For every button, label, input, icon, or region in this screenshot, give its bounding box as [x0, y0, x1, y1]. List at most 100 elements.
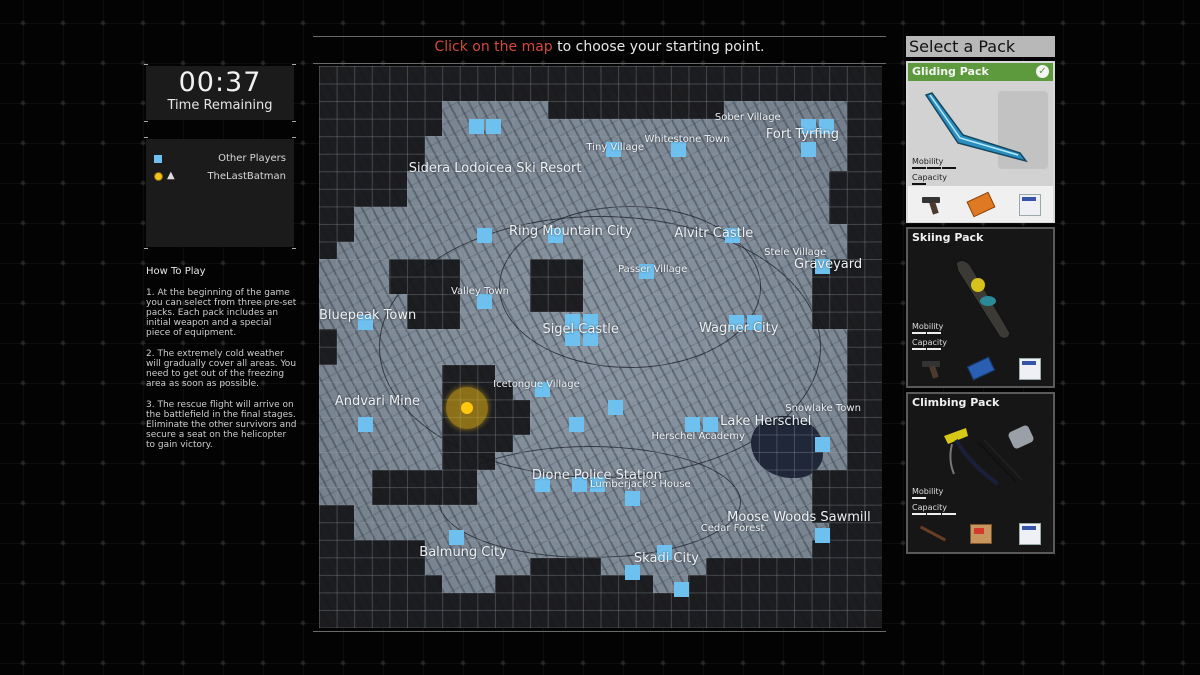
instruction-highlight: Click on the map — [434, 39, 553, 55]
other-player-marker — [815, 436, 831, 452]
place-label: Lumberjack's House — [589, 478, 691, 490]
legend-label: Other Players — [218, 153, 286, 164]
ammo-box-icon — [967, 191, 993, 217]
divider — [313, 63, 886, 64]
frozen-tile — [442, 452, 495, 470]
place-label: Ring Mountain City — [509, 224, 633, 240]
timer-label: Time Remaining — [167, 98, 273, 113]
pack-header: Climbing Pack — [908, 394, 1053, 412]
frozen-tile — [846, 224, 882, 242]
place-label: Icetongue Village — [493, 378, 580, 390]
frozen-tile — [688, 575, 882, 593]
other-player-marker — [684, 417, 700, 433]
place-label: Sidera Lodoicea Ski Resort — [408, 160, 582, 176]
frozen-tile — [846, 417, 882, 435]
timer-panel: 00:37 Time Remaining — [144, 64, 296, 122]
frozen-tile — [371, 487, 478, 506]
legend-label: TheLastBatman — [207, 171, 286, 182]
frozen-tile — [846, 364, 882, 383]
frozen-tile — [319, 83, 882, 102]
place-label: Graveyard — [794, 257, 863, 273]
other-player-marker — [625, 564, 641, 580]
check-icon: ✓ — [1036, 65, 1049, 78]
instruction-rest: to choose your starting point. — [552, 39, 765, 55]
pistol-icon — [919, 191, 945, 217]
place-label: Passer Village — [618, 264, 688, 276]
pack-stats: Mobility Capacity — [912, 157, 956, 189]
pack-items — [908, 186, 1053, 222]
glider-icon: ▲ — [167, 170, 175, 181]
timer-value: 00:37 — [178, 67, 262, 98]
frozen-tile — [389, 276, 460, 295]
frozen-tile — [811, 294, 882, 312]
ammo-box-icon — [967, 355, 993, 381]
mobility-bar — [912, 332, 956, 334]
capacity-label: Capacity — [912, 503, 947, 512]
place-label: Cedar Forest — [700, 522, 765, 534]
frozen-tile — [829, 206, 882, 225]
frozen-tile — [846, 153, 882, 172]
food-ration-icon — [1016, 191, 1042, 217]
frozen-tile — [829, 188, 882, 207]
frozen-tile — [319, 575, 443, 593]
place-label: Sigel Castle — [542, 322, 619, 338]
divider — [313, 631, 886, 632]
mobility-bar — [912, 167, 956, 169]
pack-items — [908, 515, 1053, 551]
frozen-tile — [319, 592, 882, 611]
frozen-tile — [389, 259, 460, 277]
other-player-marker — [674, 582, 690, 598]
frozen-tile — [319, 557, 425, 576]
frozen-tile — [811, 276, 882, 295]
other-player-marker — [468, 118, 484, 134]
frozen-tile — [319, 241, 337, 260]
place-label: Bluepeak Town — [319, 308, 417, 324]
frozen-tile — [846, 382, 882, 400]
frozen-tile — [811, 469, 882, 488]
other-player-marker — [449, 529, 465, 545]
frozen-tile — [371, 469, 478, 488]
mobility-label: Mobility — [912, 157, 944, 166]
frozen-tile — [530, 294, 583, 312]
other-player-marker — [801, 141, 817, 157]
frozen-tile — [319, 540, 425, 558]
pack-card-climbing[interactable]: Climbing Pack Mobility Capacity — [906, 392, 1055, 554]
square-marker-icon — [154, 155, 162, 163]
pack-card-skiing[interactable]: Skiing Pack Mobility Capacity — [906, 227, 1055, 388]
place-label: Tiny Village — [586, 141, 645, 153]
ammo-crate-icon — [967, 520, 993, 546]
other-player-marker — [486, 118, 502, 134]
mobility-bar — [912, 497, 956, 499]
place-label: Wagner City — [699, 320, 779, 336]
frozen-tile — [442, 364, 495, 383]
pack-card-gliding[interactable]: Gliding Pack ✓ Mobility Capacity — [906, 61, 1055, 223]
frozen-tile — [319, 522, 355, 541]
place-label: Skadi City — [633, 550, 699, 566]
pack-header: Skiing Pack — [908, 229, 1053, 247]
place-label: Lake Herschel — [720, 413, 812, 429]
other-player-marker — [477, 227, 493, 243]
capacity-label: Capacity — [912, 338, 947, 347]
other-player-marker — [815, 527, 831, 543]
map[interactable]: Sidera Lodoicea Ski Resort Tiny Village Wh… — [319, 66, 882, 628]
mobility-label: Mobility — [912, 487, 944, 496]
frozen-tile — [846, 452, 882, 470]
mobility-label: Mobility — [912, 322, 944, 331]
pack-items — [908, 350, 1053, 386]
frozen-tile — [319, 347, 337, 365]
divider — [313, 36, 886, 37]
frozen-tile — [811, 487, 882, 506]
other-player-marker — [702, 417, 718, 433]
place-label: Sober Village — [714, 111, 781, 123]
frozen-tile — [319, 206, 355, 225]
player-dot-icon — [460, 402, 473, 415]
player-marker — [445, 387, 488, 430]
legend-item-other-players: Other Players — [154, 153, 286, 167]
how-to-play-step: 1. At the beginning of the game you can … — [146, 288, 297, 338]
frozen-tile — [319, 101, 443, 119]
frozen-tile — [706, 557, 882, 576]
player-dot-icon — [154, 172, 163, 181]
how-to-play-step: 3. The rescue flight will arrive on the … — [146, 400, 297, 450]
how-to-play-step: 2. The extremely cold weather will gradu… — [146, 349, 297, 389]
pack-header: Gliding Pack ✓ — [908, 63, 1053, 81]
